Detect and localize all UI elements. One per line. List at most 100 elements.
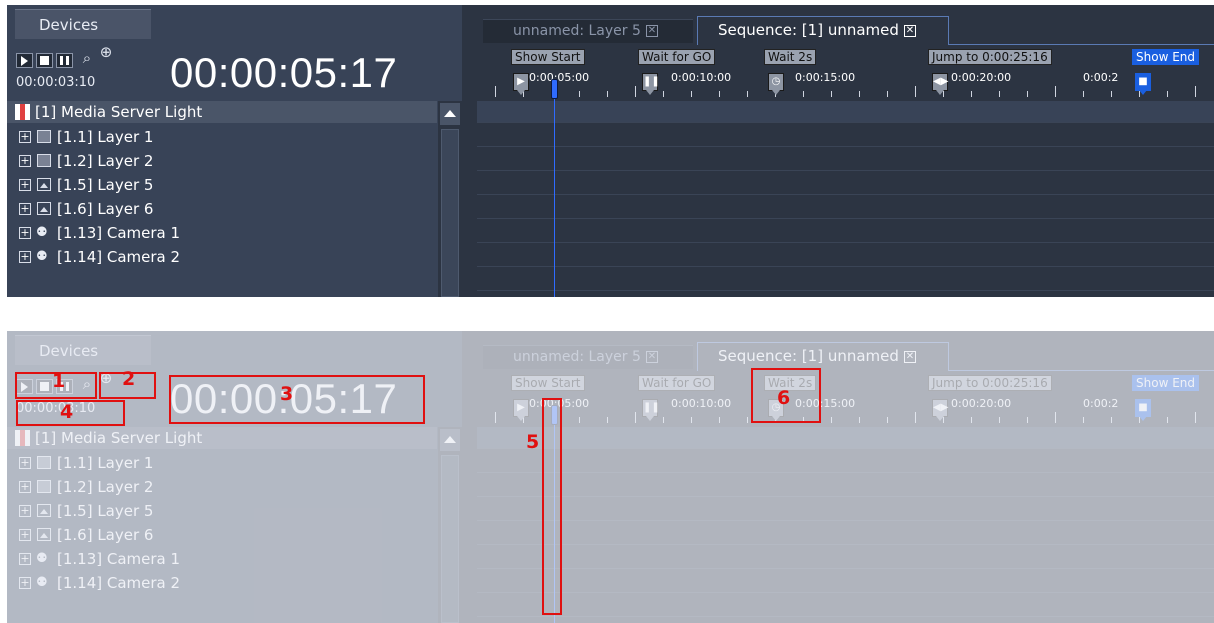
show-start-marker[interactable]: ▶ <box>513 399 529 421</box>
expand-icon[interactable]: + <box>19 457 31 469</box>
show-start-marker[interactable]: ▶ <box>513 73 529 95</box>
main-timecode: 00:00:05:17 <box>170 49 398 96</box>
ruler-tick <box>1083 417 1084 423</box>
media-server-icon <box>15 104 30 120</box>
expand-icon[interactable]: + <box>19 577 31 589</box>
tree-row-layer[interactable]: + [1.1] Layer 1 <box>7 451 437 475</box>
image-layer-icon <box>37 178 51 191</box>
time-ruler[interactable] <box>477 411 1214 423</box>
close-icon[interactable]: ✕ <box>645 351 658 363</box>
tab-divider <box>949 370 1214 371</box>
scroll-up-icon[interactable] <box>440 103 460 125</box>
jump-marker[interactable]: ◀▶ <box>932 399 948 421</box>
tick-label: 0:00:2 <box>1083 397 1119 410</box>
media-server-row[interactable]: [1] Media Server Light <box>7 427 437 449</box>
layer-tree: + [1.1] Layer 1 + [1.2] Layer 2 + [1.5] … <box>7 451 437 595</box>
cue-wait-for-go[interactable]: Wait for GO <box>638 375 716 391</box>
scroll-thumb[interactable] <box>441 129 459 297</box>
scroll-thumb[interactable] <box>441 455 459 623</box>
expand-icon[interactable]: + <box>19 481 31 493</box>
transport-controls <box>16 53 73 68</box>
cue-show-start[interactable]: Show Start <box>511 49 585 65</box>
cue-show-end[interactable]: Show End <box>1132 375 1199 391</box>
ruler-tick <box>1111 91 1112 97</box>
tree-row-camera[interactable]: + ⚉ [1.13] Camera 1 <box>7 221 437 245</box>
jump-marker[interactable]: ◀▶ <box>932 73 949 95</box>
tick-label: 0:00:20:00 <box>951 71 1012 84</box>
wait-for-go-marker[interactable]: ❚❚ <box>642 399 660 421</box>
expand-icon[interactable]: + <box>19 553 31 565</box>
zoom-out-icon[interactable]: ⌕ <box>78 49 96 67</box>
expand-icon[interactable]: + <box>19 529 31 541</box>
cue-show-end[interactable]: Show End <box>1132 49 1199 65</box>
show-end-marker[interactable]: ■ <box>1135 399 1151 421</box>
tree-row-camera[interactable]: + ⚉ [1.14] Camera 2 <box>7 245 437 269</box>
cue-show-start[interactable]: Show Start <box>511 375 585 391</box>
tree-scrollbar[interactable] <box>438 101 462 297</box>
close-icon[interactable]: ✕ <box>903 350 916 363</box>
tree-row-layer[interactable]: + [1.5] Layer 5 <box>7 499 437 523</box>
devices-tab[interactable]: Devices <box>15 9 151 39</box>
tree-row-camera[interactable]: + ⚉ [1.13] Camera 1 <box>7 547 437 571</box>
cue-jump[interactable]: Jump to 0:00:25:16 <box>928 49 1052 65</box>
close-icon[interactable]: ✕ <box>903 24 916 37</box>
zoom-in-icon[interactable]: ⊕ <box>97 43 115 61</box>
time-ruler[interactable] <box>477 85 1214 97</box>
jump-icon: ◀▶ <box>933 76 949 87</box>
cue-wait-for-go[interactable]: Wait for GO <box>638 49 716 65</box>
tree-row-label: [1.1] Layer 1 <box>57 454 154 472</box>
camera-icon: ⚉ <box>36 225 48 240</box>
tab-sequence[interactable]: Sequence: [1] unnamed ✕ <box>697 16 949 45</box>
tick-label: 0:00:15:00 <box>795 71 856 84</box>
playhead-handle[interactable] <box>551 79 558 99</box>
annotation-box-5 <box>542 398 562 615</box>
ruler-tick <box>607 417 608 423</box>
stop-button[interactable] <box>36 53 53 68</box>
expand-icon[interactable]: + <box>19 155 31 167</box>
ruler-tick <box>495 412 496 423</box>
cue-wait-2s[interactable]: Wait 2s <box>764 49 817 65</box>
expand-icon[interactable]: + <box>19 251 31 263</box>
show-end-marker[interactable]: ■ <box>1135 73 1151 95</box>
ruler-tick <box>859 417 860 423</box>
tree-row-layer[interactable]: + [1.2] Layer 2 <box>7 149 437 173</box>
wait-2s-marker[interactable]: ◷ <box>768 73 784 95</box>
camera-icon: ⚉ <box>36 575 48 590</box>
devices-tab[interactable]: Devices <box>15 335 151 365</box>
ruler-tick <box>1195 412 1196 423</box>
close-icon[interactable]: ✕ <box>645 25 658 37</box>
tab-sequence[interactable]: Sequence: [1] unnamed ✕ <box>697 342 949 371</box>
tree-row-layer[interactable]: + [1.1] Layer 1 <box>7 125 437 149</box>
media-server-label: [1] Media Server Light <box>35 429 203 447</box>
media-server-row[interactable]: [1] Media Server Light <box>7 101 437 123</box>
expand-icon[interactable]: + <box>19 227 31 239</box>
ruler-tick <box>915 86 916 97</box>
pause-button[interactable] <box>56 53 73 68</box>
devices-pane: Devices ⌕ ⊕ 00:00:03:10 00:00:05:17 [1] … <box>7 5 462 297</box>
track-row <box>477 427 1214 449</box>
tree-row-layer[interactable]: + [1.2] Layer 2 <box>7 475 437 499</box>
pause-icon <box>60 56 69 65</box>
expand-icon[interactable]: + <box>19 203 31 215</box>
tree-scrollbar[interactable] <box>438 427 462 623</box>
tab-layer-5[interactable]: unnamed: Layer 5 ✕ <box>483 345 693 369</box>
scroll-up-icon[interactable] <box>440 429 460 451</box>
stop-icon: ■ <box>1138 402 1148 413</box>
expand-icon[interactable]: + <box>19 505 31 517</box>
tab-label: Sequence: [1] unnamed <box>718 347 899 365</box>
tree-row-layer[interactable]: + [1.6] Layer 6 <box>7 523 437 547</box>
track-row <box>477 147 1214 171</box>
expand-icon[interactable]: + <box>19 131 31 143</box>
tree-row-layer[interactable]: + [1.5] Layer 5 <box>7 173 437 197</box>
ruler-tick <box>1195 86 1196 97</box>
expand-icon[interactable]: + <box>19 179 31 191</box>
wait-for-go-marker[interactable]: ❚❚ <box>642 73 660 95</box>
tab-layer-5[interactable]: unnamed: Layer 5 ✕ <box>483 19 693 43</box>
ruler-tick <box>1027 91 1028 97</box>
tree-row-layer[interactable]: + [1.6] Layer 6 <box>7 197 437 221</box>
stop-icon: ■ <box>1138 76 1148 87</box>
tree-row-camera[interactable]: + ⚉ [1.14] Camera 2 <box>7 571 437 595</box>
cue-jump[interactable]: Jump to 0:00:25:16 <box>928 375 1052 391</box>
ruler-tick <box>1083 91 1084 97</box>
play-button[interactable] <box>16 53 33 68</box>
